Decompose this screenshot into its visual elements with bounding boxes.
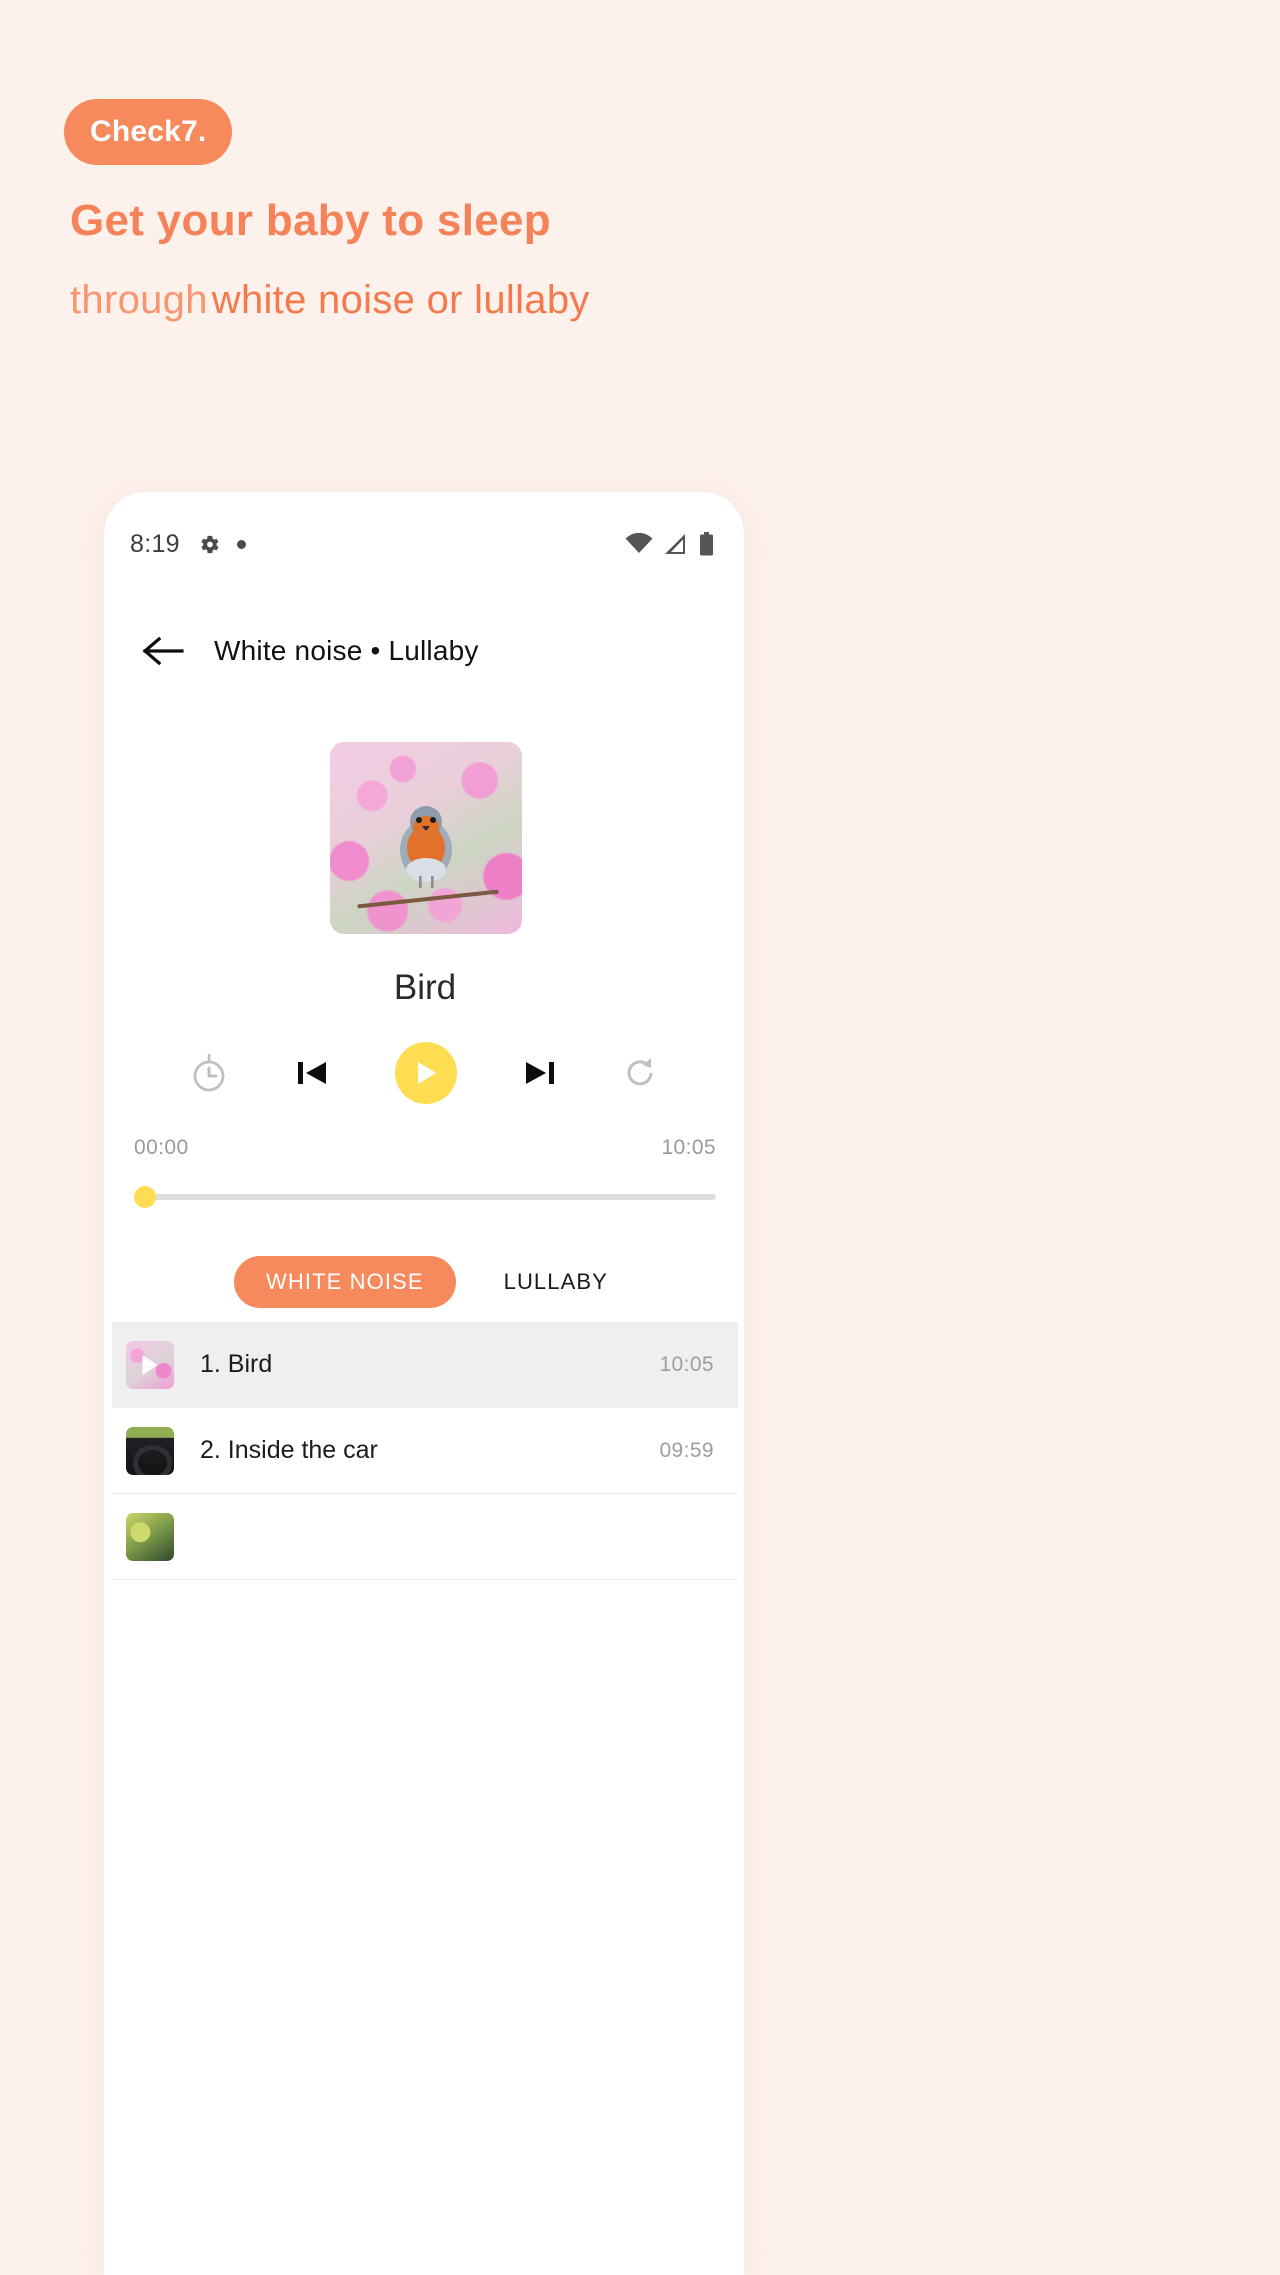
- album-artwork: [330, 742, 522, 934]
- play-icon: [418, 1062, 436, 1084]
- phone-screen: 8:19 White noise • Lullaby Bird 00:00 10…: [112, 506, 738, 2275]
- track-list: 1. Bird 10:05 2. Inside the car 09:59: [112, 1322, 738, 1580]
- headline-line-1: Get your baby to sleep: [70, 196, 551, 245]
- gear-icon: [201, 535, 219, 553]
- signal-icon: [665, 534, 685, 554]
- track-row[interactable]: 1. Bird 10:05: [112, 1322, 738, 1408]
- play-overlay-icon: [142, 1354, 158, 1375]
- check-badge-label: Check7.: [90, 115, 207, 148]
- seek-thumb[interactable]: [134, 1186, 156, 1208]
- seek-times: 00:00 10:05: [134, 1136, 716, 1160]
- headline-line-2: through white noise or lullaby: [70, 278, 594, 323]
- status-left-icons: [198, 533, 246, 556]
- track-thumbnail: [126, 1512, 174, 1561]
- repeat-icon[interactable]: [623, 1054, 661, 1092]
- tab-lullaby[interactable]: LULLABY: [496, 1256, 616, 1308]
- seek-bar[interactable]: [134, 1186, 716, 1208]
- elapsed-time: 00:00: [134, 1136, 189, 1159]
- next-track-icon[interactable]: [521, 1054, 559, 1092]
- app-bar: White noise • Lullaby: [112, 614, 738, 688]
- headline-line-2-highlight: white noise or lullaby: [207, 278, 594, 323]
- total-time: 10:05: [661, 1136, 716, 1159]
- track-row[interactable]: [112, 1494, 738, 1580]
- track-duration: 10:05: [659, 1352, 714, 1376]
- track-label: 1. Bird: [200, 1350, 273, 1378]
- app-bar-title: White noise • Lullaby: [214, 635, 479, 666]
- sleep-timer-icon[interactable]: [189, 1052, 229, 1094]
- previous-track-icon[interactable]: [293, 1054, 331, 1092]
- arrow-left-icon[interactable]: [142, 635, 186, 667]
- tab-white-noise[interactable]: WHITE NOISE: [234, 1256, 456, 1308]
- battery-icon: [700, 532, 713, 556]
- seek-track: [142, 1194, 716, 1200]
- track-label: 2. Inside the car: [200, 1436, 378, 1464]
- status-bar: 8:19: [112, 506, 738, 582]
- play-button[interactable]: [395, 1042, 457, 1104]
- now-playing-title: Bird: [393, 968, 457, 1007]
- headline-line-2-plain: through: [70, 278, 208, 322]
- page-root: Check7. Get your baby to sleep through w…: [0, 0, 1280, 2275]
- check-badge: Check7.: [64, 99, 233, 165]
- status-time: 8:19: [130, 529, 180, 558]
- player-controls: [112, 1034, 738, 1112]
- bird-illustration: [400, 805, 452, 888]
- dot-icon: [236, 539, 246, 549]
- track-thumbnail: [126, 1340, 174, 1389]
- track-thumbnail: [126, 1426, 174, 1475]
- status-right-icons: [625, 532, 714, 556]
- category-tabs: WHITE NOISE LULLABY: [112, 1246, 738, 1318]
- track-duration: 09:59: [659, 1438, 714, 1462]
- track-row[interactable]: 2. Inside the car 09:59: [112, 1408, 738, 1494]
- wifi-icon: [625, 533, 653, 553]
- branch-shape: [357, 889, 499, 909]
